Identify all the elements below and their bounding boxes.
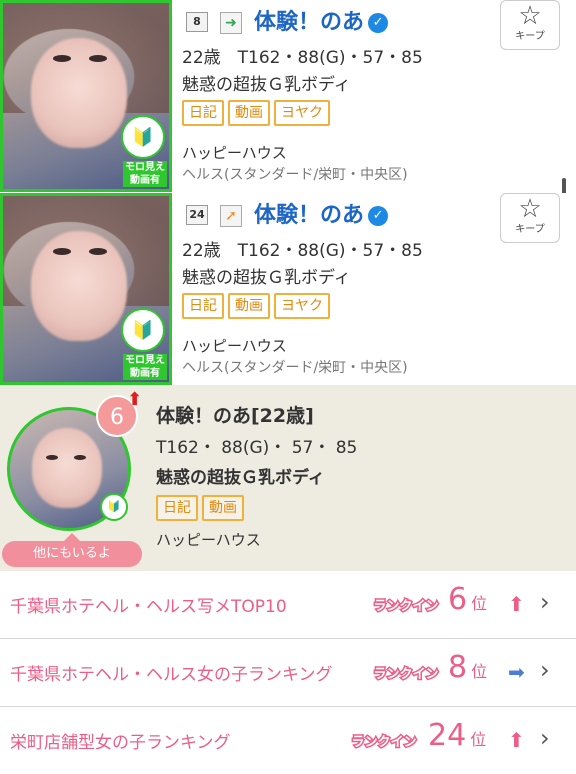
rank-in-badge: ランクイン: [372, 598, 440, 615]
ranking-row[interactable]: 千葉県ホテヘル・ヘルス女の子ランキング ランクイン 8位 ➡ ›: [0, 640, 576, 707]
up-arrow-icon: ⬆: [508, 592, 525, 616]
shop-area: ヘルス(スタンダード/栄町・中央区): [182, 167, 408, 183]
keep-button[interactable]: ☆ キープ: [500, 193, 560, 243]
photo-badge-label: モロ見え動画有: [123, 161, 167, 187]
tag-video[interactable]: 動画: [228, 100, 270, 126]
cast-name-link[interactable]: 体験！のあ ✓: [254, 197, 389, 229]
ranking-position-unit: 位: [470, 730, 487, 749]
keep-button[interactable]: ☆ キープ: [500, 0, 560, 50]
right-arrow-icon: ➡: [508, 660, 525, 684]
beginner-mark-icon: 🔰: [121, 308, 165, 352]
ranking-title: 千葉県ホテヘル・ヘルス写メTOP10: [10, 597, 287, 617]
photo-eye: [89, 248, 107, 255]
ranking-position-value: 24: [428, 718, 467, 753]
cast-name-link[interactable]: 体験！のあ ✓: [254, 4, 389, 36]
featured-title[interactable]: 体験！のあ[22歳]: [156, 401, 314, 428]
photo-eye: [74, 455, 86, 460]
tag-diary[interactable]: 日記: [182, 293, 224, 319]
tag-video[interactable]: 動画: [228, 293, 270, 319]
tag-list: 日記 動画: [156, 495, 244, 521]
ranking-position: 6位: [448, 582, 487, 617]
keep-label: キープ: [515, 31, 545, 42]
photo-badge-label: モロ見え動画有: [123, 354, 167, 380]
rank-in-badge: ランクイン: [372, 666, 440, 683]
ranking-row[interactable]: 千葉県ホテヘル・ヘルス写メTOP10 ランクイン 6位 ⬆ ›: [0, 572, 576, 639]
tag-video[interactable]: 動画: [202, 495, 244, 521]
shop-name[interactable]: ハッピーハウス: [156, 529, 261, 550]
chevron-right-icon[interactable]: ›: [540, 588, 550, 616]
tag-diary[interactable]: 日記: [182, 100, 224, 126]
star-icon: ☆: [518, 194, 542, 224]
up-arrow-icon: ⬆: [508, 728, 525, 752]
cast-card[interactable]: 🔰 モロ見え動画有 8 ➜ 体験！のあ ✓ ☆ キープ 22歳 T162・88(G…: [0, 0, 576, 196]
rank-in-badge: ランクイン: [350, 734, 418, 751]
photo-eye: [53, 55, 71, 62]
up-right-arrow-icon: ➚: [220, 205, 242, 227]
featured-stats: T162・ 88(G)・ 57・ 85: [156, 438, 358, 458]
cast-name[interactable]: 体験！のあ: [254, 203, 364, 228]
shop-area: ヘルス(スタンダード/栄町・中央区): [182, 360, 408, 376]
ranking-title: 千葉県ホテヘル・ヘルス女の子ランキング: [10, 665, 333, 685]
photo-eye: [46, 455, 58, 460]
chevron-right-icon[interactable]: ›: [540, 656, 550, 684]
photo-eye: [53, 248, 71, 255]
cast-photo[interactable]: 🔰 モロ見え動画有: [0, 0, 172, 192]
cast-photo-image: 🔰 モロ見え動画有: [3, 196, 169, 382]
photo-face: [32, 428, 102, 508]
more-casts-button[interactable]: 他にもいるよ: [2, 533, 142, 567]
cast-catchphrase: 魅惑の超抜Ｇ乳ボディ: [182, 75, 351, 95]
photo-face: [31, 38, 127, 148]
rank-number: 8: [186, 12, 208, 32]
tag-list: 日記 動画 ヨヤク: [182, 100, 330, 126]
star-icon: ☆: [518, 1, 542, 31]
keep-label: キープ: [515, 224, 545, 235]
ranking-position-value: 8: [448, 650, 468, 685]
cast-stats: 22歳 T162・88(G)・57・85: [182, 48, 423, 68]
photo-eye: [89, 55, 107, 62]
rank-up-arrow-icon: ⬆: [127, 389, 143, 410]
ranking-position-unit: 位: [471, 662, 488, 681]
tag-reserve[interactable]: ヨヤク: [274, 100, 330, 126]
right-arrow-icon: ➜: [220, 12, 242, 34]
tag-diary[interactable]: 日記: [156, 495, 198, 521]
ranking-position: 24 位: [428, 718, 486, 753]
cast-name[interactable]: 体験！のあ: [254, 10, 364, 35]
ranking-position: 8位: [448, 650, 487, 685]
cast-photo-image: 🔰 モロ見え動画有: [3, 3, 169, 189]
verified-check-icon: ✓: [368, 13, 389, 33]
rank-in-label: ランクイン: [373, 667, 438, 682]
cast-catchphrase: 魅惑の超抜Ｇ乳ボディ: [182, 268, 351, 288]
shop-name[interactable]: ハッピーハウス: [182, 142, 287, 163]
featured-cast-panel[interactable]: 🔰 6 ⬆ 他にもいるよ 体験！のあ[22歳] T162・ 88(G)・ 57・…: [0, 385, 576, 571]
beginner-mark-icon: 🔰: [121, 115, 165, 159]
ranking-title: 栄町店舗型女の子ランキング: [10, 733, 231, 753]
shop-name[interactable]: ハッピーハウス: [182, 335, 287, 356]
ranking-position-unit: 位: [471, 594, 488, 613]
tag-reserve[interactable]: ヨヤク: [274, 293, 330, 319]
verified-check-icon: ✓: [368, 206, 389, 226]
ranking-position-value: 6: [448, 582, 468, 617]
cast-photo[interactable]: 🔰 モロ見え動画有: [0, 193, 172, 385]
chevron-right-icon[interactable]: ›: [540, 724, 550, 752]
featured-catchphrase: 魅惑の超抜Ｇ乳ボディ: [156, 468, 325, 488]
photo-face: [31, 231, 127, 341]
rank-in-label: ランクイン: [373, 599, 438, 614]
ranking-row[interactable]: 栄町店舗型女の子ランキング ランクイン 24 位 ⬆ ›: [0, 708, 576, 774]
rank-in-label: ランクイン: [351, 735, 416, 750]
cast-card[interactable]: 🔰 モロ見え動画有 24 ➚ 体験！のあ ✓ ☆ キープ 22歳 T162・88(…: [0, 193, 576, 385]
cast-stats: 22歳 T162・88(G)・57・85: [182, 241, 423, 261]
beginner-mark-icon: 🔰: [100, 493, 128, 521]
tag-list: 日記 動画 ヨヤク: [182, 293, 330, 319]
rank-number: 24: [186, 205, 208, 225]
